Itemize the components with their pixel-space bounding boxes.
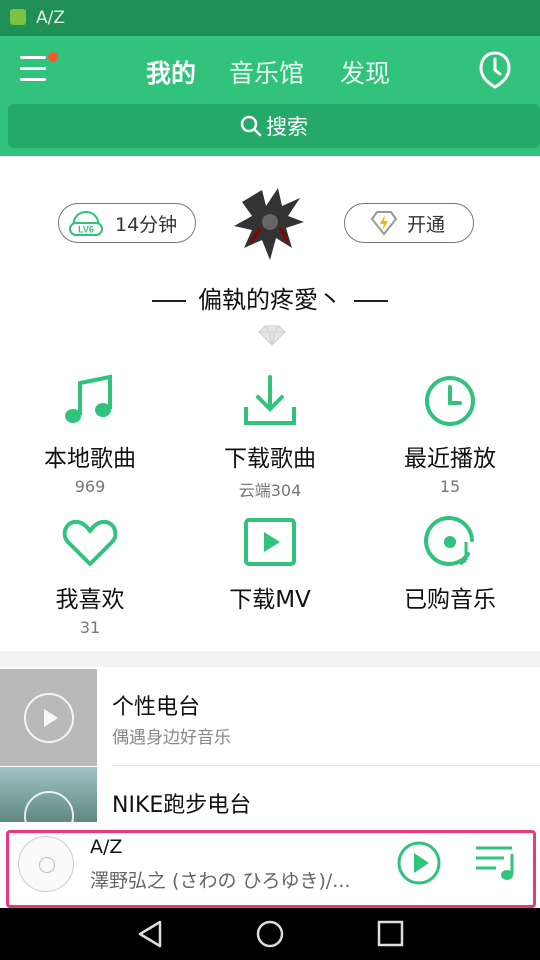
downloaded-mv-item[interactable]: 下载MV <box>180 512 360 614</box>
status-title: A/Z <box>36 8 66 28</box>
tab-mine[interactable]: 我的 <box>146 54 196 90</box>
notification-dot <box>48 52 58 62</box>
local-songs-label: 本地歌曲 <box>44 446 136 472</box>
radio-title: NIKE跑步电台 <box>112 793 252 818</box>
search-icon <box>240 115 262 137</box>
running-icon <box>479 51 511 89</box>
song-title: A/Z <box>90 836 123 858</box>
music-note-icon <box>65 374 112 423</box>
listen-time: 14分钟 <box>115 213 178 236</box>
local-songs-count: 969 <box>74 477 106 496</box>
username: 偏執的疼愛丶 <box>198 286 342 314</box>
song-artist: 澤野弘之 (さわの ひろゆき)/... <box>90 870 351 892</box>
clock-icon <box>425 376 475 426</box>
radio-title: 个性电台 <box>112 695 201 720</box>
purchased-music-icon <box>424 516 474 566</box>
downloaded-songs-count: 云端304 <box>238 481 302 500</box>
playlist-icon[interactable] <box>474 842 518 882</box>
recent-play-count: 15 <box>439 477 461 496</box>
mini-player[interactable]: A/Z 澤野弘之 (さわの ひろゆき)/... <box>0 822 540 908</box>
play-button[interactable] <box>396 840 442 886</box>
tab-music-hall[interactable]: 音乐馆 <box>229 54 304 90</box>
downloaded-songs-label: 下载歌曲 <box>224 446 316 472</box>
downloaded-mv-label: 下载MV <box>229 587 311 613</box>
favorites-label: 我喜欢 <box>55 587 125 613</box>
recent-play-item[interactable]: 最近播放 15 <box>360 371 540 496</box>
vip-label: 开通 <box>407 213 446 236</box>
section-divider <box>0 651 540 667</box>
recents-icon[interactable] <box>373 918 407 950</box>
listen-time-badge[interactable]: LV6 14分钟 <box>58 203 196 243</box>
favorites-count: 31 <box>79 618 101 637</box>
level-headphone-icon: LV6 <box>69 210 103 236</box>
purchased-music-item[interactable]: 已购音乐 <box>360 512 540 614</box>
mv-play-icon <box>244 518 296 566</box>
app-notification-icon <box>10 9 26 25</box>
tab-discover[interactable]: 发现 <box>340 54 390 90</box>
profile-section: LV6 14分钟 开通 偏執的疼愛丶 本地歌曲 969 下载歌曲 云端304 最… <box>0 156 540 651</box>
avatar[interactable] <box>222 182 318 266</box>
home-icon[interactable] <box>253 918 287 950</box>
local-songs-item[interactable]: 本地歌曲 969 <box>0 371 180 496</box>
play-circle-icon <box>24 693 74 743</box>
purchased-music-label: 已购音乐 <box>404 587 496 613</box>
favorites-item[interactable]: 我喜欢 31 <box>0 512 180 637</box>
app-header: 我的 音乐馆 发现 搜索 <box>0 36 540 156</box>
system-nav-bar <box>0 908 540 960</box>
vip-open-button[interactable]: 开通 <box>344 203 474 243</box>
download-icon <box>244 375 296 425</box>
search-label: 搜索 <box>266 115 308 139</box>
menu-button[interactable] <box>20 52 58 86</box>
album-disc-icon[interactable] <box>18 836 74 892</box>
username-row: 偏執的疼愛丶 <box>0 280 540 315</box>
heart-icon <box>62 519 118 566</box>
diamond-level-icon <box>258 325 286 346</box>
radio-thumbnail <box>0 669 97 766</box>
svg-text:LV6: LV6 <box>78 225 94 235</box>
search-bar[interactable]: 搜索 <box>8 104 540 148</box>
downloaded-songs-item[interactable]: 下载歌曲 云端304 <box>180 371 360 501</box>
back-icon[interactable] <box>134 918 168 950</box>
running-mode-button[interactable] <box>478 50 512 90</box>
radio-row-personal[interactable]: 个性电台 偶遇身边好音乐 <box>0 669 540 766</box>
recent-play-label: 最近播放 <box>404 446 496 472</box>
status-bar: A/Z <box>0 0 540 36</box>
radio-subtitle: 偶遇身边好音乐 <box>112 728 231 748</box>
diamond-lightning-icon <box>370 211 398 236</box>
